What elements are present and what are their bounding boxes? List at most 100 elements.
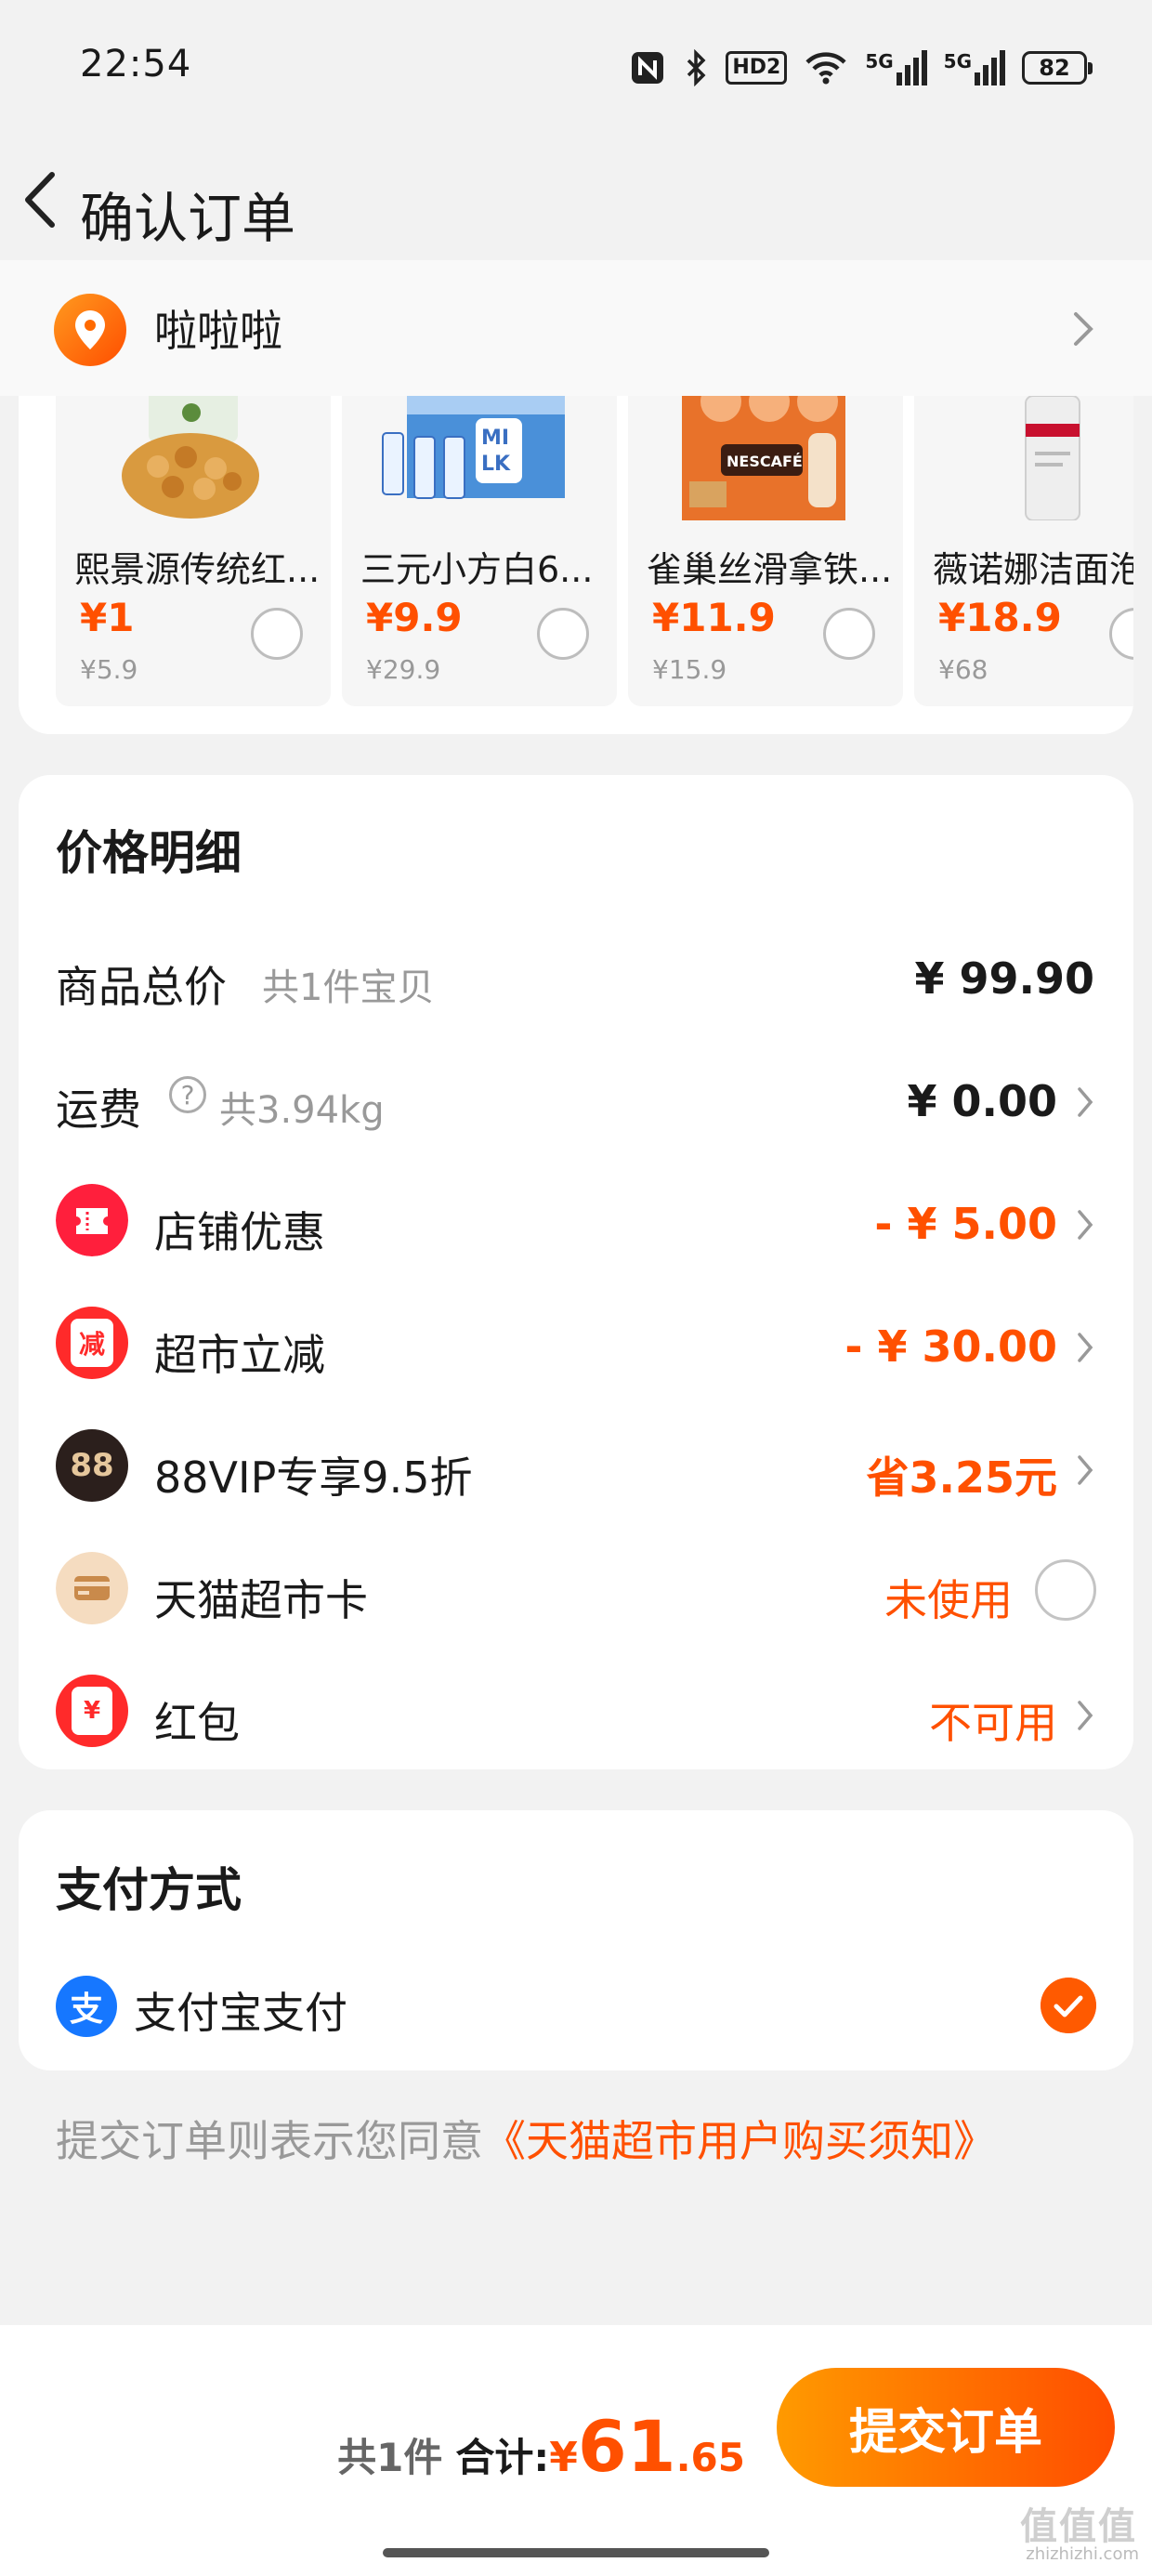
reduce-icon-badge: 减 — [71, 1319, 113, 1367]
product-original-price: ¥68 — [938, 654, 988, 685]
payment-method-label[interactable]: 支付宝支付 — [134, 1979, 347, 2041]
vip88-icon: 88 — [56, 1429, 128, 1502]
watermark-logo: 值值值 — [1020, 2505, 1137, 2548]
chevron-right-icon — [1074, 312, 1093, 346]
help-icon[interactable]: ? — [169, 1076, 206, 1113]
ticket-icon — [56, 1184, 128, 1256]
card-select-radio[interactable] — [1035, 1559, 1096, 1621]
watermark-text: zhizhizhi.com — [1026, 2544, 1139, 2564]
total-currency: ¥ — [549, 2434, 578, 2481]
product-price: ¥9.9 — [366, 595, 463, 640]
battery-icon: 82 — [1022, 51, 1093, 85]
signal-5g-label: 5G — [943, 50, 972, 72]
product-original-price: ¥15.9 — [652, 654, 727, 685]
alipay-icon: 支 — [56, 1976, 117, 2037]
signal-bar — [983, 65, 988, 85]
chevron-right-icon — [1078, 1210, 1093, 1240]
status-time: 22:54 — [80, 43, 192, 85]
payment-title: 支付方式 — [56, 1863, 242, 1917]
milk-box-image: MI LK — [382, 396, 565, 499]
product-card[interactable]: 薇诺娜洁面泡 ¥18.9 ¥68 — [914, 396, 1133, 706]
product-select-radio[interactable] — [1109, 608, 1133, 660]
back-arrow-icon[interactable] — [11, 167, 76, 232]
product-name: 熙景源传统红... — [74, 549, 321, 590]
product-name: 三元小方白6... — [360, 549, 594, 590]
wifi-icon — [805, 52, 846, 85]
signal-bar — [904, 65, 910, 85]
item-count: 共1件 — [337, 2435, 443, 2480]
row-label: 88VIP专享9.5折 — [154, 1452, 473, 1503]
status-bar: 22:54 HD2 5G 5G 82 — [0, 0, 1152, 139]
row-label: 商品总价 — [56, 962, 227, 1012]
chevron-right-icon — [1078, 1333, 1093, 1362]
address-name: 啦啦啦 — [154, 306, 282, 356]
row-label: 红包 — [154, 1698, 240, 1748]
product-select-radio[interactable] — [537, 608, 589, 660]
total-amount-decimal: .65 — [675, 2435, 745, 2480]
price-detail-card: 价格明细 商品总价 共1件宝贝 ¥ 99.90 运费 ? 共3.94kg ¥ 0… — [19, 775, 1133, 1769]
bottom-bar: 共1件 合计: ¥ 61 .65 提交订单 值值值 zhizhizhi.com — [0, 2325, 1152, 2576]
chevron-right-icon — [1078, 1455, 1093, 1485]
row-label: 运费 — [56, 1084, 141, 1135]
row-sub: 共1件宝贝 — [262, 966, 435, 1009]
product-select-radio[interactable] — [823, 608, 875, 660]
product-card[interactable]: NESCAFÉ 雀巢丝滑拿铁... ¥11.9 ¥15.9 — [628, 396, 903, 706]
nav-bar: 确认订单 — [0, 139, 1152, 260]
row-value: ¥ 0.00 — [907, 1076, 1057, 1126]
order-total: 共1件 合计: ¥ 61 .65 — [337, 2405, 745, 2488]
row-88vip[interactable]: 88 88VIP专享9.5折 省3.25元 — [19, 1411, 1133, 1522]
signal-5g-icon: 5G — [865, 50, 927, 85]
product-strip: 熙景源传统红... ¥1 ¥5.9 MI LK 三元小方白6... ¥9.9 ¥… — [19, 396, 1133, 734]
signal-5g-icon: 5G — [944, 50, 1005, 85]
row-label: 天猫超市卡 — [154, 1575, 368, 1625]
svg-text:NESCAFÉ: NESCAFÉ — [727, 453, 803, 470]
notice-text: 提交订单则表示您同意 — [56, 2116, 483, 2166]
red-packet-badge: ¥ — [72, 1687, 112, 1735]
row-label: 超市立减 — [154, 1330, 325, 1380]
signal-bar — [912, 58, 919, 85]
reduce-icon-text: 减 — [78, 1329, 105, 1360]
total-label: 合计: — [455, 2435, 550, 2480]
payment-card: 支付方式 支 支付宝支付 — [19, 1810, 1133, 2070]
alipay-icon-text: 支 — [69, 1991, 103, 2029]
total-amount-integer: 61 — [577, 2405, 676, 2488]
row-market-reduction[interactable]: 减 超市立减 - ¥ 30.00 — [19, 1288, 1133, 1400]
row-value: 省3.25元 — [866, 1452, 1058, 1503]
row-shipping[interactable]: 运费 ? 共3.94kg ¥ 0.00 — [19, 1043, 1133, 1154]
signal-bar — [896, 72, 902, 85]
signal-bar — [921, 50, 927, 85]
product-select-radio[interactable] — [251, 608, 303, 660]
row-red-packet[interactable]: ¥ 红包 不可用 — [19, 1656, 1133, 1768]
row-value: - ¥ 30.00 — [844, 1321, 1057, 1372]
vip88-icon-text: 88 — [70, 1447, 114, 1484]
product-card[interactable]: MI LK 三元小方白6... ¥9.9 ¥29.9 — [342, 396, 617, 706]
address-bar[interactable]: 啦啦啦 — [0, 260, 1152, 396]
chevron-right-icon — [1078, 1701, 1093, 1730]
nfc-icon — [632, 52, 664, 84]
signal-5g-label: 5G — [865, 50, 894, 72]
check-icon[interactable] — [1041, 1978, 1096, 2033]
page-title: 确认订单 — [80, 187, 296, 250]
chevron-right-icon — [1078, 1087, 1093, 1117]
cleanser-bottle-image — [1025, 396, 1080, 520]
product-original-price: ¥29.9 — [366, 654, 441, 685]
location-pin-icon — [54, 294, 126, 366]
submit-order-button[interactable]: 提交订单 — [777, 2368, 1115, 2487]
red-packet-icon: ¥ — [56, 1675, 128, 1747]
product-card[interactable]: 熙景源传统红... ¥1 ¥5.9 — [56, 396, 331, 706]
product-price: ¥1 — [80, 595, 135, 640]
row-goods-total: 商品总价 共1件宝贝 ¥ 99.90 — [19, 920, 1133, 1032]
home-indicator[interactable] — [383, 2548, 769, 2557]
signal-bar — [1000, 50, 1005, 85]
status-icons: HD2 5G 5G 82 — [629, 45, 1093, 91]
bluetooth-icon — [687, 49, 706, 86]
agreement-link[interactable]: 《天猫超市用户购买须知》 — [483, 2116, 996, 2166]
row-shop-discount[interactable]: 店铺优惠 - ¥ 5.00 — [19, 1165, 1133, 1277]
signal-bar — [991, 58, 997, 85]
nescafe-pack-image: NESCAFÉ — [682, 396, 845, 520]
row-value: 未使用 — [884, 1575, 1013, 1625]
card-icon — [56, 1552, 128, 1624]
row-tmall-card[interactable]: 天猫超市卡 未使用 — [19, 1533, 1133, 1645]
agreement-notice: 提交订单则表示您同意《天猫超市用户购买须知》 — [56, 2108, 996, 2169]
reduce-icon: 减 — [56, 1307, 128, 1379]
